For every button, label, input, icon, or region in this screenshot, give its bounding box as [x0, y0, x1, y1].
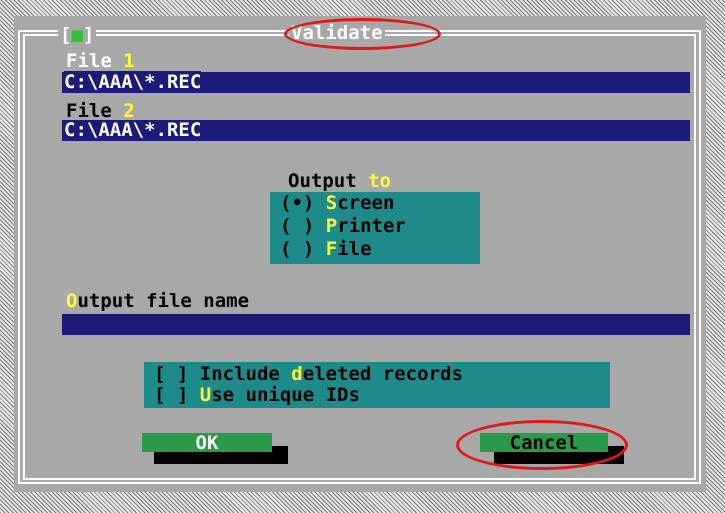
close-box-button[interactable]: [■] [58, 24, 97, 48]
radio-file[interactable]: ( ) File [280, 240, 372, 259]
close-bracket-left: [ [60, 24, 72, 46]
radio-file-hotkey: F [325, 238, 338, 260]
close-bracket-right: ] [82, 24, 95, 46]
radio-printer-hotkey: P [325, 215, 338, 237]
radio-screen-label: creen [337, 192, 395, 214]
radio-printer-mark: ( ) [280, 215, 326, 237]
file1-hotkey: 1 [123, 50, 135, 72]
checkbox-include-deleted[interactable]: [ ] Include deleted records [154, 365, 463, 384]
output-file-input[interactable] [62, 314, 690, 335]
output-label-text: Output [288, 170, 369, 192]
output-label-hotkey: to [368, 170, 391, 192]
file2-value: C:\AAA\*.REC [64, 119, 202, 141]
radio-file-mark: ( ) [280, 238, 326, 260]
radio-printer[interactable]: ( ) Printer [280, 217, 406, 236]
file1-input[interactable]: C:\AAA\*.REC [62, 71, 690, 93]
checkbox-unique-ids[interactable]: [ ] Use unique IDs [154, 386, 360, 405]
radio-file-label: ile [337, 238, 372, 260]
radio-screen-hotkey: S [325, 192, 338, 214]
title-hotkey: V [291, 22, 303, 44]
radio-screen-mark: (•) [280, 192, 326, 214]
cancel-button-label: Cancel [509, 432, 579, 454]
checkbox-include-deleted-before: Include [199, 363, 292, 385]
file2-input[interactable]: C:\AAA\*.REC [62, 120, 690, 141]
checkbox-unique-ids-after: se unique IDs [211, 384, 360, 406]
title-rest: alidate [302, 22, 383, 44]
cancel-button[interactable]: Cancel [480, 432, 608, 454]
output-file-label: Output file name [66, 292, 249, 311]
validate-dialog: [■] Validate File 1 C:\AAA\*.REC File 2 … [14, 16, 706, 492]
file1-label: File 1 [66, 52, 135, 71]
output-radio-group: (•) Screen ( ) Printer ( ) File [270, 192, 480, 264]
checkbox-include-deleted-hotkey: d [291, 363, 303, 385]
checkbox-unique-ids-mark: [ ] [154, 384, 200, 406]
ok-button[interactable]: OK [142, 432, 272, 454]
dialog-title: Validate [291, 22, 383, 44]
output-to-label: Output to [288, 172, 391, 191]
output-file-hotkey: O [66, 290, 78, 312]
checkbox-include-deleted-mark: [ ] [154, 363, 200, 385]
checkbox-unique-ids-hotkey: U [199, 384, 212, 406]
file1-value: C:\AAA\*.REC [64, 71, 202, 93]
radio-screen[interactable]: (•) Screen [280, 194, 394, 213]
file1-label-text: File [66, 50, 124, 72]
dialog-title-wrap: Validate [289, 24, 385, 43]
ok-button-label: OK [195, 432, 219, 454]
close-square-icon: ■ [71, 24, 83, 46]
output-file-label-text: utput file name [77, 290, 250, 312]
radio-printer-label: rinter [337, 215, 406, 237]
options-checkbox-group: [ ] Include deleted records [ ] Use uniq… [144, 362, 610, 408]
checkbox-include-deleted-after: eleted records [302, 363, 463, 385]
